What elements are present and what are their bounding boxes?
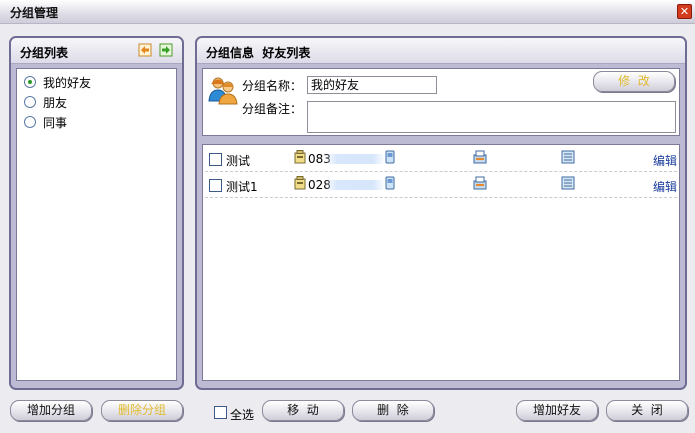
table-row: 测试1 028 编辑 (205, 173, 677, 198)
email-icon (561, 176, 575, 190)
title-bar: 分组管理 ✕ (0, 0, 695, 24)
group-info-box: 分组名称： 我的好友 分组备注： 修 改 (202, 68, 680, 136)
group-name-label: 分组名称： (242, 79, 303, 93)
email-icon (561, 150, 575, 164)
group-item-label: 同事 (43, 115, 68, 130)
move-button[interactable]: 移 动 (262, 400, 344, 421)
select-all-checkbox[interactable] (214, 406, 227, 419)
phone-icon (294, 150, 306, 164)
close-button[interactable]: 关 闭 (606, 400, 688, 421)
row-checkbox[interactable] (209, 153, 222, 166)
arrow-right-icon[interactable] (159, 43, 173, 57)
radio-button[interactable] (24, 76, 36, 88)
group-item-my-friends[interactable]: 我的好友 (24, 73, 91, 91)
add-friend-button[interactable]: 增加好友 (516, 400, 598, 421)
group-info-title: 分组信息 好友列表 (206, 46, 311, 60)
select-all-label[interactable]: 全选 (230, 406, 254, 423)
radio-button[interactable] (24, 96, 36, 108)
users-group-icon (208, 77, 238, 105)
friend-name: 测试1 (226, 180, 258, 194)
arrow-left-icon[interactable] (138, 43, 152, 57)
modify-button[interactable]: 修 改 (593, 71, 675, 92)
close-window-button[interactable]: ✕ (677, 4, 692, 19)
masked-digits (325, 180, 385, 190)
friend-name: 测试 (226, 154, 251, 168)
group-note-label: 分组备注： (242, 102, 303, 116)
group-info-panel: 分组信息 好友列表 分组名称： 我的好友 分组备注： 修 改 测试 083 编辑… (195, 36, 687, 390)
delete-button[interactable]: 删 除 (352, 400, 434, 421)
group-item-colleagues[interactable]: 同事 (24, 113, 67, 131)
group-list-header: 分组列表 (11, 38, 182, 64)
group-name-input[interactable]: 我的好友 (307, 76, 437, 94)
group-name-value: 我的好友 (311, 78, 360, 92)
fax-icon (473, 176, 487, 190)
edit-link[interactable]: 编辑 (653, 178, 677, 195)
delete-group-button[interactable]: 删除分组 (101, 400, 183, 421)
mobile-icon (385, 150, 395, 164)
add-group-button[interactable]: 增加分组 (10, 400, 92, 421)
close-icon: ✕ (679, 5, 690, 18)
group-list-panel: 分组列表 我的好友 朋友 同事 (9, 36, 184, 390)
group-list: 我的好友 朋友 同事 (16, 68, 177, 381)
phone-icon (294, 176, 306, 190)
group-item-friends[interactable]: 朋友 (24, 93, 67, 111)
table-row: 测试 083 编辑 (205, 147, 677, 172)
group-info-header: 分组信息 好友列表 (197, 38, 685, 64)
row-checkbox[interactable] (209, 179, 222, 192)
group-item-label: 朋友 (43, 95, 68, 110)
group-list-title: 分组列表 (20, 46, 69, 60)
group-note-input[interactable] (307, 101, 676, 133)
fax-icon (473, 150, 487, 164)
edit-link[interactable]: 编辑 (653, 152, 677, 169)
mobile-icon (385, 176, 395, 190)
window-title: 分组管理 (10, 6, 59, 20)
friend-list: 测试 083 编辑 测试1 028 编辑 (202, 144, 680, 381)
group-item-label: 我的好友 (43, 75, 92, 90)
masked-digits (325, 154, 385, 164)
radio-button[interactable] (24, 116, 36, 128)
